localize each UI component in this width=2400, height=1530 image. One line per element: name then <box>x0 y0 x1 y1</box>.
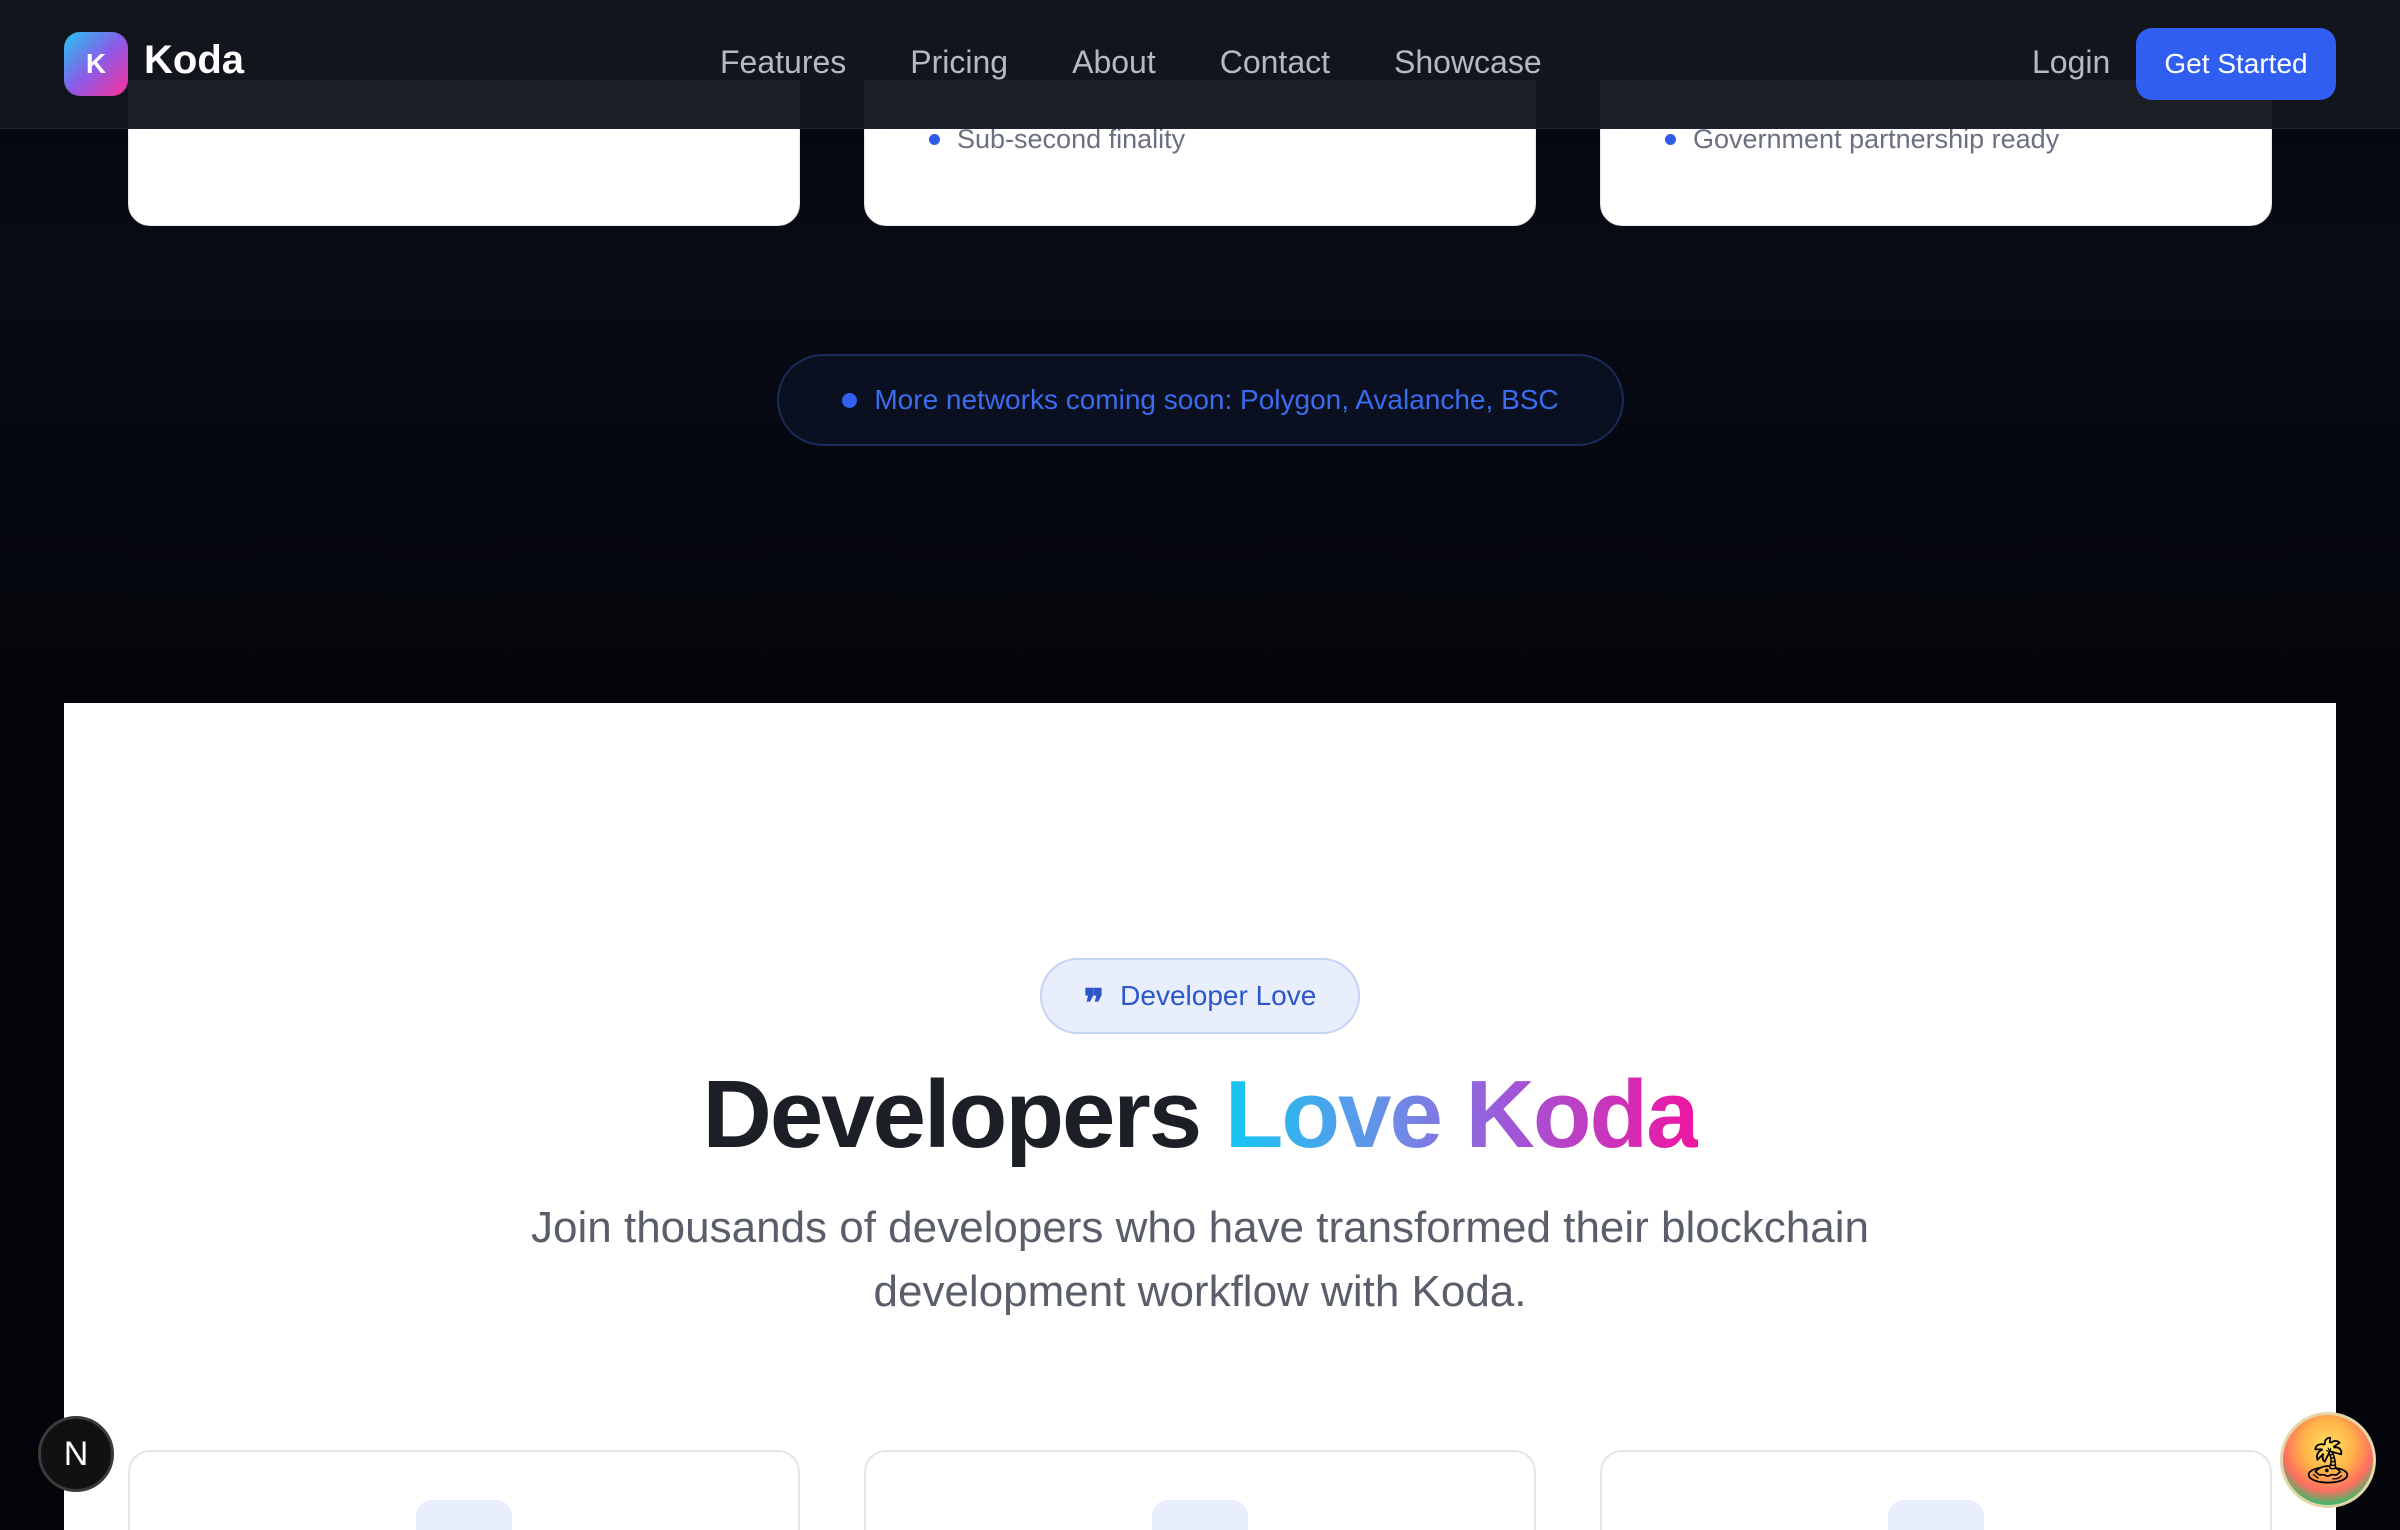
get-started-button[interactable]: Get Started <box>2136 28 2336 100</box>
nav-link-about[interactable]: About <box>1072 44 1156 81</box>
testimonial-icon <box>416 1500 512 1530</box>
nav-link-showcase[interactable]: Showcase <box>1394 44 1542 81</box>
more-networks-text: More networks coming soon: Polygon, Aval… <box>874 384 1559 415</box>
bullet-dot-icon <box>1665 134 1676 145</box>
testimonial-card <box>128 1450 800 1530</box>
page: Sub-second finality Government partnersh… <box>0 0 2400 1530</box>
section-subtitle: Join thousands of developers who have tr… <box>531 1203 1869 1316</box>
login-link[interactable]: Login <box>2032 44 2110 81</box>
nav-link-features[interactable]: Features <box>720 44 846 81</box>
section-headline: Developers Love Koda <box>0 1060 2400 1170</box>
testimonial-icon <box>1888 1500 1984 1530</box>
badge-label: Developer Love <box>1120 980 1317 1011</box>
testimonial-icon <box>1152 1500 1248 1530</box>
testimonial-card <box>1600 1450 2272 1530</box>
dev-tools-n-button[interactable]: N <box>38 1416 114 1492</box>
quote-icon: ❞ <box>1083 980 1105 1025</box>
testimonial-card <box>864 1450 1536 1530</box>
brand-name[interactable]: Koda <box>144 38 244 83</box>
developer-love-badge: ❞ Developer Love <box>1040 958 1360 1034</box>
headline-plain: Developers <box>702 1061 1203 1168</box>
more-networks-pill: More networks coming soon: Polygon, Aval… <box>777 354 1624 446</box>
bullet-dot-icon <box>929 134 940 145</box>
top-navbar: K Koda Features Pricing About Contact Sh… <box>0 0 2400 129</box>
status-dot-icon <box>842 392 858 408</box>
island-avatar-icon[interactable]: 🏝 <box>2280 1412 2376 1508</box>
nav-link-pricing[interactable]: Pricing <box>910 44 1008 81</box>
logo-icon[interactable]: K <box>64 32 128 96</box>
headline-gradient: Love Koda <box>1224 1061 1700 1168</box>
nav-links: Features Pricing About Contact Showcase <box>720 44 1542 81</box>
nav-link-contact[interactable]: Contact <box>1220 44 1330 81</box>
